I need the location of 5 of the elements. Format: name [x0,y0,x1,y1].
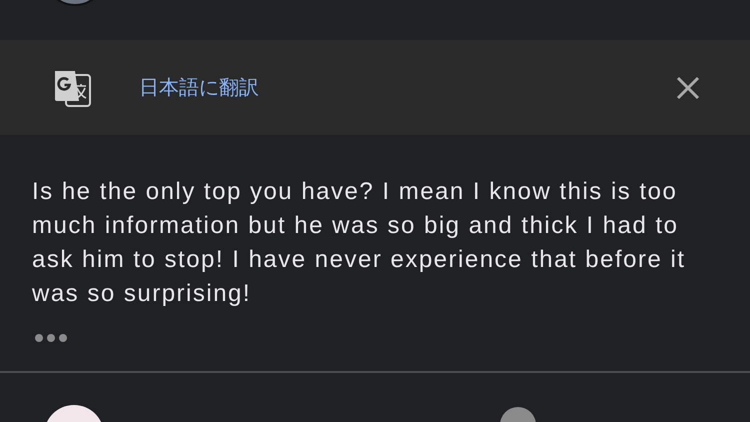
ellipsis-icon [34,333,68,343]
comment-text: Is he the only top you have? I mean I know this is too much information but he was so big and thick I had to ask him to stop! I have never experience that before it was so surprising! [31,177,686,309]
translate-link[interactable]: 日本語に翻訳 [139,72,259,102]
more-button[interactable] [34,331,70,345]
close-icon [676,76,700,100]
